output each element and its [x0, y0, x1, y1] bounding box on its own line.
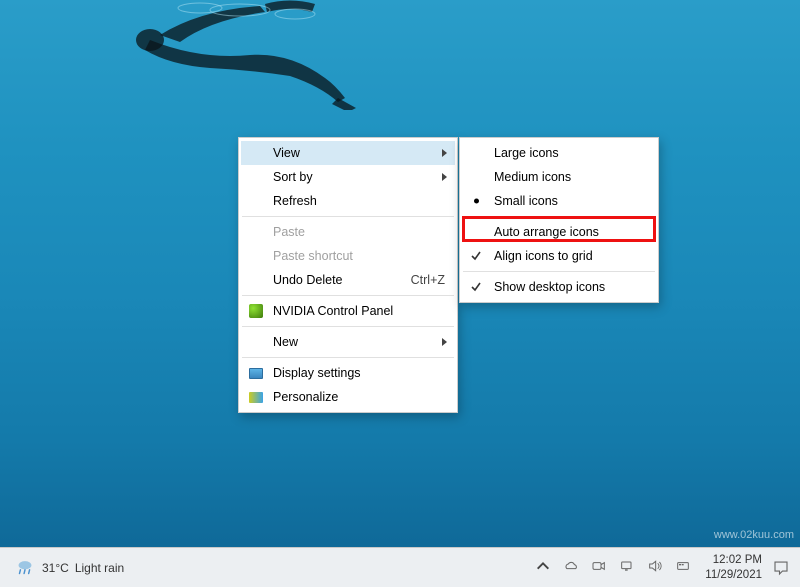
taskbar-clock[interactable]: 12:02 PM 11/29/2021 [701, 553, 770, 582]
desktop-wallpaper[interactable]: View Sort by Refresh Paste Paste shortcu… [0, 0, 800, 587]
separator [242, 326, 454, 327]
menu-label: Paste [273, 225, 305, 239]
menu-paste: Paste [241, 220, 455, 244]
action-center-icon[interactable] [772, 559, 790, 577]
wallpaper-figure [90, 0, 390, 110]
meet-now-icon[interactable] [591, 558, 607, 577]
menu-display-settings[interactable]: Display settings [241, 361, 455, 385]
menu-view[interactable]: View [241, 141, 455, 165]
menu-label: Small icons [494, 194, 558, 208]
personalize-icon [249, 390, 263, 404]
menu-label: Auto arrange icons [494, 225, 599, 239]
menu-label: Undo Delete [273, 273, 343, 287]
network-icon[interactable] [619, 558, 635, 577]
radio-bullet-icon [474, 199, 479, 204]
chevron-right-icon [442, 149, 447, 157]
menu-label: Medium icons [494, 170, 571, 184]
system-tray [525, 548, 701, 587]
check-icon [470, 250, 482, 262]
menu-show-desktop-icons[interactable]: Show desktop icons [462, 275, 656, 299]
menu-label: Paste shortcut [273, 249, 353, 263]
menu-label: New [273, 335, 298, 349]
clock-date: 11/29/2021 [705, 568, 762, 582]
weather-temp: 31°C [42, 561, 69, 575]
chevron-right-icon [442, 173, 447, 181]
menu-shortcut: Ctrl+Z [411, 273, 445, 287]
chevron-right-icon [442, 338, 447, 346]
nvidia-icon [249, 304, 263, 318]
menu-paste-shortcut: Paste shortcut [241, 244, 455, 268]
onedrive-icon[interactable] [563, 558, 579, 577]
menu-nvidia[interactable]: NVIDIA Control Panel [241, 299, 455, 323]
menu-small-icons[interactable]: Small icons [462, 189, 656, 213]
taskbar: 31°C Light rain [0, 547, 800, 587]
desktop-context-menu: View Sort by Refresh Paste Paste shortcu… [238, 137, 458, 413]
menu-refresh[interactable]: Refresh [241, 189, 455, 213]
menu-large-icons[interactable]: Large icons [462, 141, 656, 165]
menu-label: Refresh [273, 194, 317, 208]
view-submenu: Large icons Medium icons Small icons Aut… [459, 137, 659, 303]
menu-medium-icons[interactable]: Medium icons [462, 165, 656, 189]
display-icon [249, 366, 263, 380]
separator [463, 216, 655, 217]
menu-align-to-grid[interactable]: Align icons to grid [462, 244, 656, 268]
tray-overflow-icon[interactable] [535, 558, 551, 577]
separator [463, 271, 655, 272]
menu-label: Personalize [273, 390, 338, 404]
menu-undo-delete[interactable]: Undo Delete Ctrl+Z [241, 268, 455, 292]
menu-sort-by[interactable]: Sort by [241, 165, 455, 189]
menu-new[interactable]: New [241, 330, 455, 354]
check-icon [470, 281, 482, 293]
watermark: www.02kuu.com [714, 529, 794, 541]
separator [242, 357, 454, 358]
menu-label: Sort by [273, 170, 313, 184]
menu-label: Large icons [494, 146, 559, 160]
weather-icon [14, 557, 36, 579]
menu-label: Show desktop icons [494, 280, 605, 294]
menu-personalize[interactable]: Personalize [241, 385, 455, 409]
menu-label: View [273, 146, 300, 160]
separator [242, 295, 454, 296]
weather-desc: Light rain [75, 561, 124, 575]
menu-label: Align icons to grid [494, 249, 593, 263]
clock-time: 12:02 PM [705, 553, 762, 567]
language-icon[interactable] [675, 558, 691, 577]
volume-icon[interactable] [647, 558, 663, 577]
taskbar-weather[interactable]: 31°C Light rain [0, 557, 124, 579]
menu-label: NVIDIA Control Panel [273, 304, 393, 318]
menu-label: Display settings [273, 366, 361, 380]
separator [242, 216, 454, 217]
menu-auto-arrange-icons[interactable]: Auto arrange icons [462, 220, 656, 244]
